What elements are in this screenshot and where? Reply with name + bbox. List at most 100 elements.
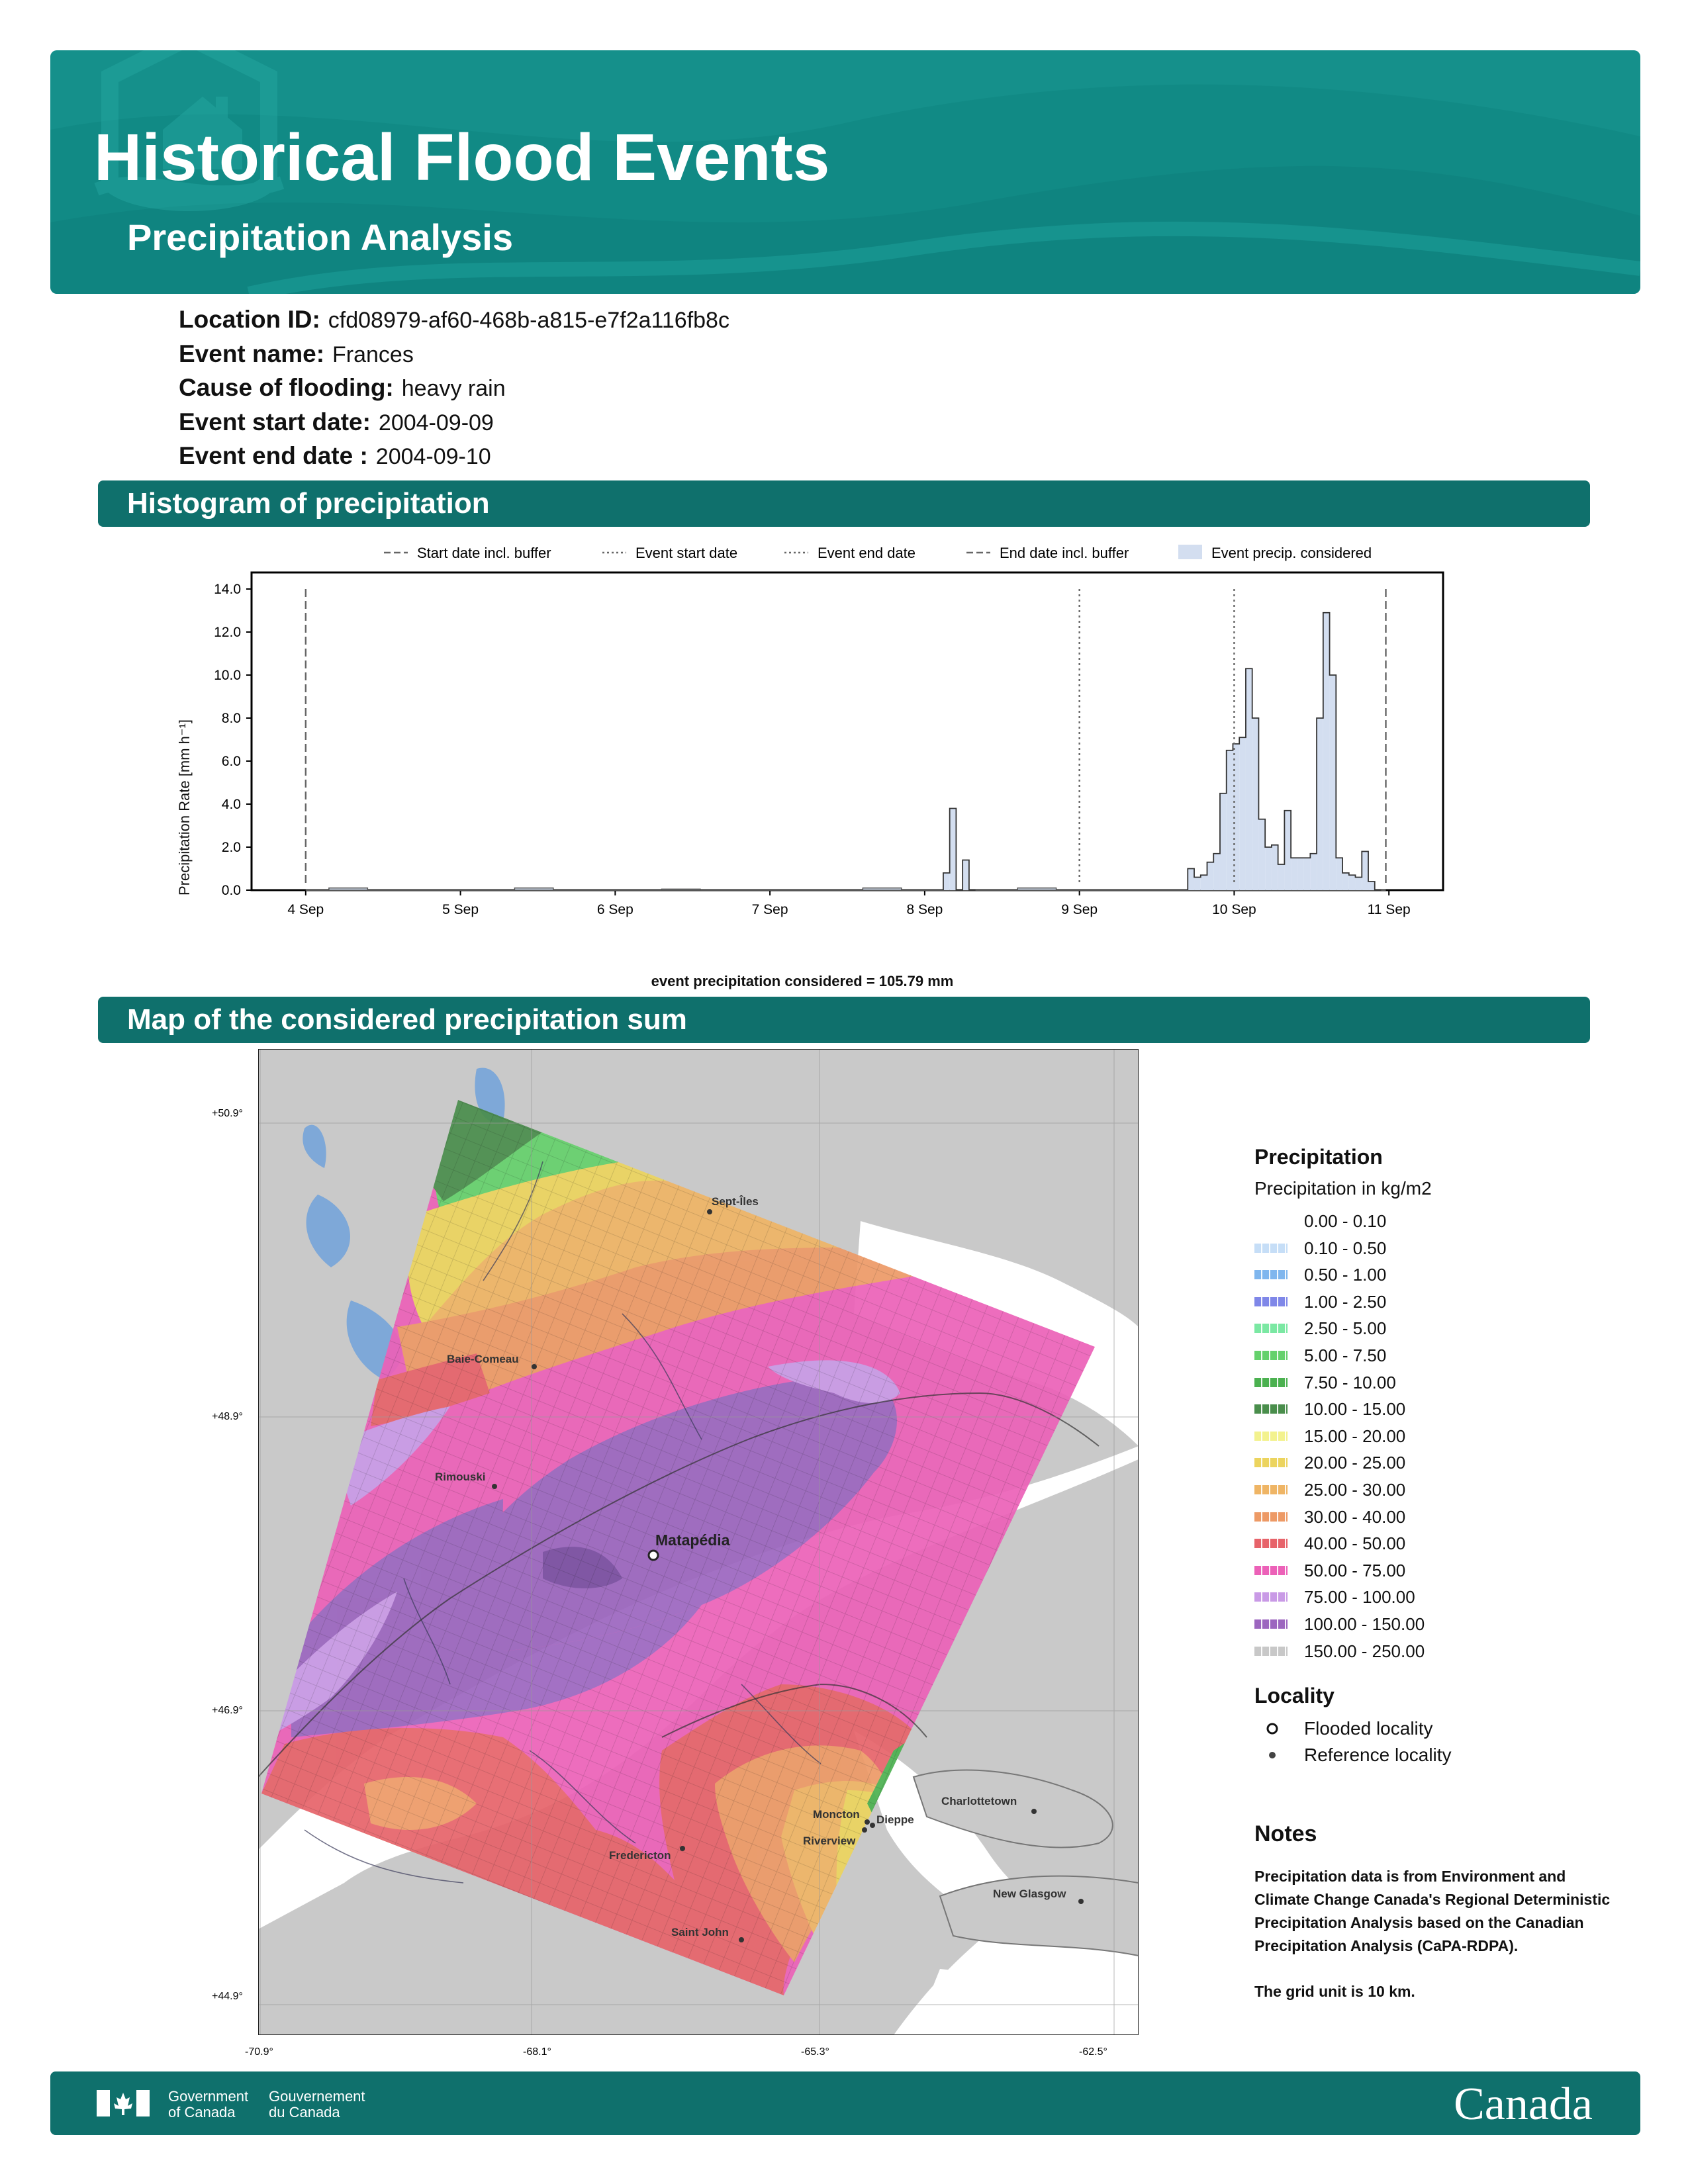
precip-bar [1278, 864, 1285, 890]
info-label: Event start date: [179, 408, 371, 435]
locality-label: Charlottetown [941, 1795, 1017, 1807]
legend-swatch [1254, 1216, 1288, 1226]
notes-title: Notes [1254, 1821, 1317, 1846]
open-circle-icon [1266, 1723, 1278, 1735]
legend-swatch [1254, 1646, 1288, 1656]
x-tick-label: 9 Sep [1061, 902, 1098, 917]
precip-bar [1291, 858, 1297, 890]
minor-precip-bar [862, 887, 902, 891]
legend-label: Event end date [818, 545, 915, 561]
map-svg: +50.9° +48.9° +46.9° +44.9° -70.9° -68.1… [212, 1049, 1139, 2058]
reference-locality-marker [680, 1846, 685, 1851]
legend-class-label: 50.00 - 75.00 [1304, 1560, 1406, 1580]
legend-subtitle: Precipitation in kg/m2 [1254, 1178, 1432, 1199]
flooded-locality-marker [647, 1549, 659, 1561]
legend-label: Event start date [635, 545, 737, 561]
precipitation-histogram: Start date incl. buffer Event start date E… [176, 545, 1444, 989]
footer-bar: Government of Canada Gouvernement du Can… [50, 2071, 1640, 2135]
y-tick-label: 10.0 [214, 668, 241, 683]
precip-step-line [1187, 612, 1382, 891]
x-tick-label: 6 Sep [597, 902, 633, 917]
precip-bar [1271, 844, 1278, 890]
y-tick-label: 12.0 [214, 625, 241, 640]
reference-locality-marker [870, 1823, 875, 1828]
legend-swatch [1254, 1565, 1288, 1575]
legend-class-label: 30.00 - 40.00 [1304, 1506, 1406, 1527]
legend-class-label: 20.00 - 25.00 [1304, 1453, 1406, 1473]
legend-swatch [1254, 1512, 1288, 1522]
precip-bar [1297, 858, 1304, 890]
reference-locality-marker [865, 1819, 870, 1825]
y-tick-label: 0.0 [222, 883, 241, 898]
reference-locality-marker [1078, 1899, 1084, 1904]
minor-precip-bar [1017, 887, 1057, 891]
legend-class-label: 1.00 - 2.50 [1304, 1291, 1387, 1312]
legend-class-label: 25.00 - 30.00 [1304, 1480, 1406, 1500]
y-tick-label: 8.0 [222, 711, 241, 726]
legend-class-label: 0.10 - 0.50 [1304, 1238, 1387, 1258]
lat-label: +46.9° [212, 1705, 243, 1716]
legend-swatch [1254, 1431, 1288, 1441]
legend-class-label: 0.50 - 1.00 [1304, 1265, 1387, 1285]
info-row-end-date: Event end date : 2004-09-10 [179, 442, 491, 470]
legend-swatch [1254, 1297, 1288, 1306]
legend-class-label: 0.00 - 0.10 [1304, 1211, 1387, 1231]
page-title: Historical Flood Events [94, 120, 830, 195]
legend-swatch [1254, 1377, 1288, 1387]
info-label: Location ID: [179, 306, 320, 333]
legend-label: Reference locality [1304, 1745, 1452, 1765]
legend-title: Precipitation [1254, 1145, 1383, 1169]
minor-precip-bar [661, 888, 701, 891]
legend-label: End date incl. buffer [1000, 545, 1129, 561]
y-tick-label: 6.0 [222, 754, 241, 769]
precip-bar [1368, 882, 1375, 890]
reference-locality-marker [1031, 1809, 1037, 1814]
precip-bar [1258, 819, 1266, 890]
info-value: cfd08979-af60-468b-a815-e7f2a116fb8c [328, 308, 729, 333]
lon-label: -65.3° [801, 2046, 829, 2058]
precip-bar [1336, 858, 1343, 890]
y-axis-label: Precipitation Rate [mm h⁻¹] [176, 719, 193, 895]
chart-legend: Start date incl. buffer Event start date E… [384, 545, 1372, 561]
info-row-start-date: Event start date: 2004-09-09 [179, 408, 494, 436]
header-banner: Historical Flood Events Precipitation An… [50, 50, 1640, 294]
info-value: 2004-09-10 [375, 444, 491, 469]
y-tick-label: 2.0 [222, 840, 241, 855]
precip-bar [1200, 875, 1207, 890]
section-title: Map of the considered precipitation sum [127, 1003, 687, 1036]
x-tick-label: 5 Sep [442, 902, 479, 917]
precip-bar [1317, 718, 1323, 890]
legend-label: Start date incl. buffer [417, 545, 551, 561]
chart-plot-area: 0.0 2.0 4.0 6.0 8.0 10.0 12.0 14.0 4 Sep 5 Sep 6 S… [214, 571, 1444, 917]
info-label: Cause of flooding: [179, 374, 394, 401]
info-value: Frances [332, 342, 414, 367]
locality-label: Saint John [671, 1926, 729, 1938]
x-tick-label: 4 Sep [287, 902, 324, 917]
reference-locality-marker [492, 1484, 497, 1489]
legend-label: Event precip. considered [1211, 545, 1372, 561]
precip-bar [1226, 750, 1233, 890]
gov-fr-line: du Canada [269, 2104, 340, 2120]
locality-label: Rimouski [435, 1471, 486, 1483]
locality-label: New Glasgow [993, 1888, 1066, 1900]
x-tick-label: 10 Sep [1212, 902, 1256, 917]
y-tick-label: 4.0 [222, 797, 241, 812]
lat-label: +50.9° [212, 1108, 243, 1119]
locality-legend-title: Locality [1254, 1684, 1335, 1707]
info-value: heavy rain [401, 376, 506, 401]
precip-bar [1303, 858, 1311, 890]
gov-en: Government of Canada [168, 2089, 248, 2120]
precip-bar [1194, 877, 1201, 890]
legend-label: Flooded locality [1304, 1718, 1433, 1739]
precip-bar [962, 860, 969, 890]
minor-precip-bar [514, 887, 554, 891]
notes-paragraph: Precipitation data is from Environment a… [1254, 1868, 1611, 1954]
precip-bar [1207, 862, 1214, 890]
x-axis-label: event precipitation considered = 105.79 … [651, 973, 954, 989]
section-header-histogram: Histogram of precipitation [98, 480, 1590, 527]
locality-label: Sept-Îles [712, 1195, 759, 1208]
lat-label: +48.9° [212, 1411, 243, 1422]
info-row-event-name: Event name: Frances [179, 340, 414, 368]
legend-swatch [1254, 1619, 1288, 1629]
legend-swatch [1178, 545, 1202, 559]
